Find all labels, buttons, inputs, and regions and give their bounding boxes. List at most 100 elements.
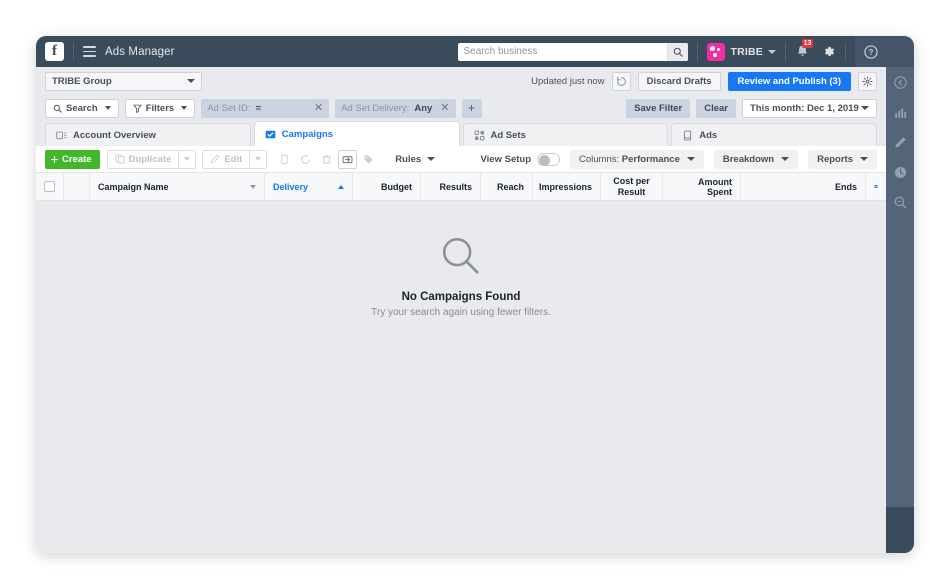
breakdown-dropdown[interactable]: Breakdown [714,150,798,169]
clear-filters-button[interactable]: Clear [696,99,736,118]
header-divider-4 [845,42,846,62]
search-input[interactable] [458,43,667,61]
account-switcher[interactable]: TRIBE [707,43,777,61]
add-filter-button[interactable]: + [462,99,482,118]
column-delivery[interactable]: Delivery [265,173,353,200]
bar-chart-icon[interactable] [886,97,914,127]
pencil-icon[interactable] [886,127,914,157]
gear-icon[interactable] [858,72,877,91]
filter-pill-ad-set-id[interactable]: Ad Set ID: = ✕ [201,99,329,118]
table-body: No Campaigns Found Try your search again… [36,201,886,553]
column-budget[interactable]: Budget [353,173,421,200]
column-reach[interactable]: Reach [481,173,533,200]
tag-icon[interactable] [359,150,378,169]
gear-icon[interactable] [821,44,836,59]
search-zoom-icon[interactable] [886,187,914,217]
column-amount-spent[interactable]: Amount Spent [663,173,741,200]
column-results[interactable]: Results [421,173,481,200]
clock-icon[interactable] [886,157,914,187]
chevron-down-icon [427,157,435,161]
account-row-actions: Updated just now Discard Drafts Review a… [531,72,877,91]
duplicate-button[interactable]: Duplicate [107,150,180,169]
collapse-left-icon[interactable] [886,67,914,97]
empty-state: No Campaigns Found Try your search again… [36,233,886,318]
facebook-f-logo[interactable]: f [45,42,64,61]
question-mark-icon[interactable]: ? [855,36,886,67]
column-ends[interactable]: Ends [741,173,866,200]
date-range-picker[interactable]: This month: Dec 1, 2019 – Dec ! [742,99,877,118]
chevron-down-icon [861,106,869,110]
edit-dropdown[interactable] [250,150,267,169]
column-impressions[interactable]: Impressions [533,173,601,200]
select-all-checkbox[interactable] [44,181,55,192]
ads-manager-window: f Ads Manager TRIBE [36,36,914,553]
tab-bar: Account Overview Campaigns Ad Sets [36,121,886,146]
discard-drafts-button[interactable]: Discard Drafts [638,72,721,91]
notifications-button[interactable]: 13 [795,43,812,60]
campaigns-icon [265,129,276,140]
reports-dropdown[interactable]: Reports [808,150,877,169]
date-range-label: This month: Dec 1, 2019 – Dec ! [750,103,861,114]
columns-value: Performance [622,154,680,165]
refresh-icon[interactable] [612,72,631,91]
rail-footer-block [886,507,914,553]
app-header-right: TRIBE 13 [458,36,887,67]
search-dropdown-button[interactable]: Search [45,99,119,118]
column-cost-per-result[interactable]: Cost per Result [601,173,663,200]
ad-account-name: TRIBE Group [52,76,112,87]
sort-caret-down-icon [250,185,256,189]
review-and-publish-button[interactable]: Review and Publish (3) [728,72,851,91]
duplicate-label: Duplicate [129,154,172,165]
save-filter-button[interactable]: Save Filter [626,99,690,118]
trash-icon[interactable] [317,150,336,169]
sort-caret-up-icon [338,185,344,189]
header-divider [73,42,74,61]
toggle-switch[interactable] [537,153,560,166]
tab-ads[interactable]: Ads [671,123,877,146]
refresh-circle-icon[interactable] [296,150,315,169]
breakdown-label: Breakdown [723,154,774,165]
column-label: Delivery [273,182,308,192]
filter-pill-ad-set-delivery[interactable]: Ad Set Delivery: Any ✕ [335,99,455,118]
ad-account-selector[interactable]: TRIBE Group [45,72,202,91]
column-label: Campaign Name [98,182,169,192]
export-icon[interactable] [338,150,357,169]
search-dropdown-label: Search [66,103,98,114]
rules-button[interactable]: Rules [386,150,444,169]
hamburger-icon[interactable] [83,46,96,57]
column-campaign-name[interactable]: Campaign Name [90,173,265,200]
edit-button[interactable]: Edit [202,150,250,169]
filter-pill-label: Ad Set Delivery: [341,103,409,114]
copy-icon[interactable] [275,150,294,169]
tab-label: Ads [699,130,717,141]
view-setup-label: View Setup [481,154,532,165]
edit-group: Edit [202,150,267,169]
plus-icon [50,155,59,164]
app-header: f Ads Manager TRIBE [36,36,886,67]
filters-dropdown-button[interactable]: Filters [125,99,196,118]
tab-account-overview[interactable]: Account Overview [45,123,251,146]
close-icon[interactable]: ✕ [308,103,323,114]
window-main: f Ads Manager TRIBE [36,36,886,553]
chevron-down-icon [181,106,187,110]
columns-label: Columns: [579,154,619,165]
view-setup-toggle[interactable]: View Setup [481,153,561,166]
business-search[interactable] [458,43,688,61]
select-all-checkbox-cell[interactable] [36,173,64,200]
columns-dropdown[interactable]: Columns: Performance [570,150,704,169]
filter-row: Search Filters Ad Set ID: = ✕ Ad Set Del… [36,95,886,121]
search-icon[interactable] [667,43,688,61]
tab-campaigns[interactable]: Campaigns [254,121,460,146]
add-column-icon[interactable] [866,173,886,200]
close-icon[interactable]: ✕ [437,103,449,114]
chevron-down-icon [105,106,111,110]
tab-ad-sets[interactable]: Ad Sets [463,123,669,146]
pencil-icon [210,154,220,164]
create-button[interactable]: Create [45,150,100,169]
column-label: Amount Spent [671,177,732,197]
ad-sets-icon [474,130,485,141]
toolbar-right: View Setup Columns: Performance Breakdow… [481,150,878,169]
duplicate-dropdown[interactable] [179,150,196,169]
chevron-down-icon [781,157,789,161]
updated-status: Updated just now [531,76,604,87]
